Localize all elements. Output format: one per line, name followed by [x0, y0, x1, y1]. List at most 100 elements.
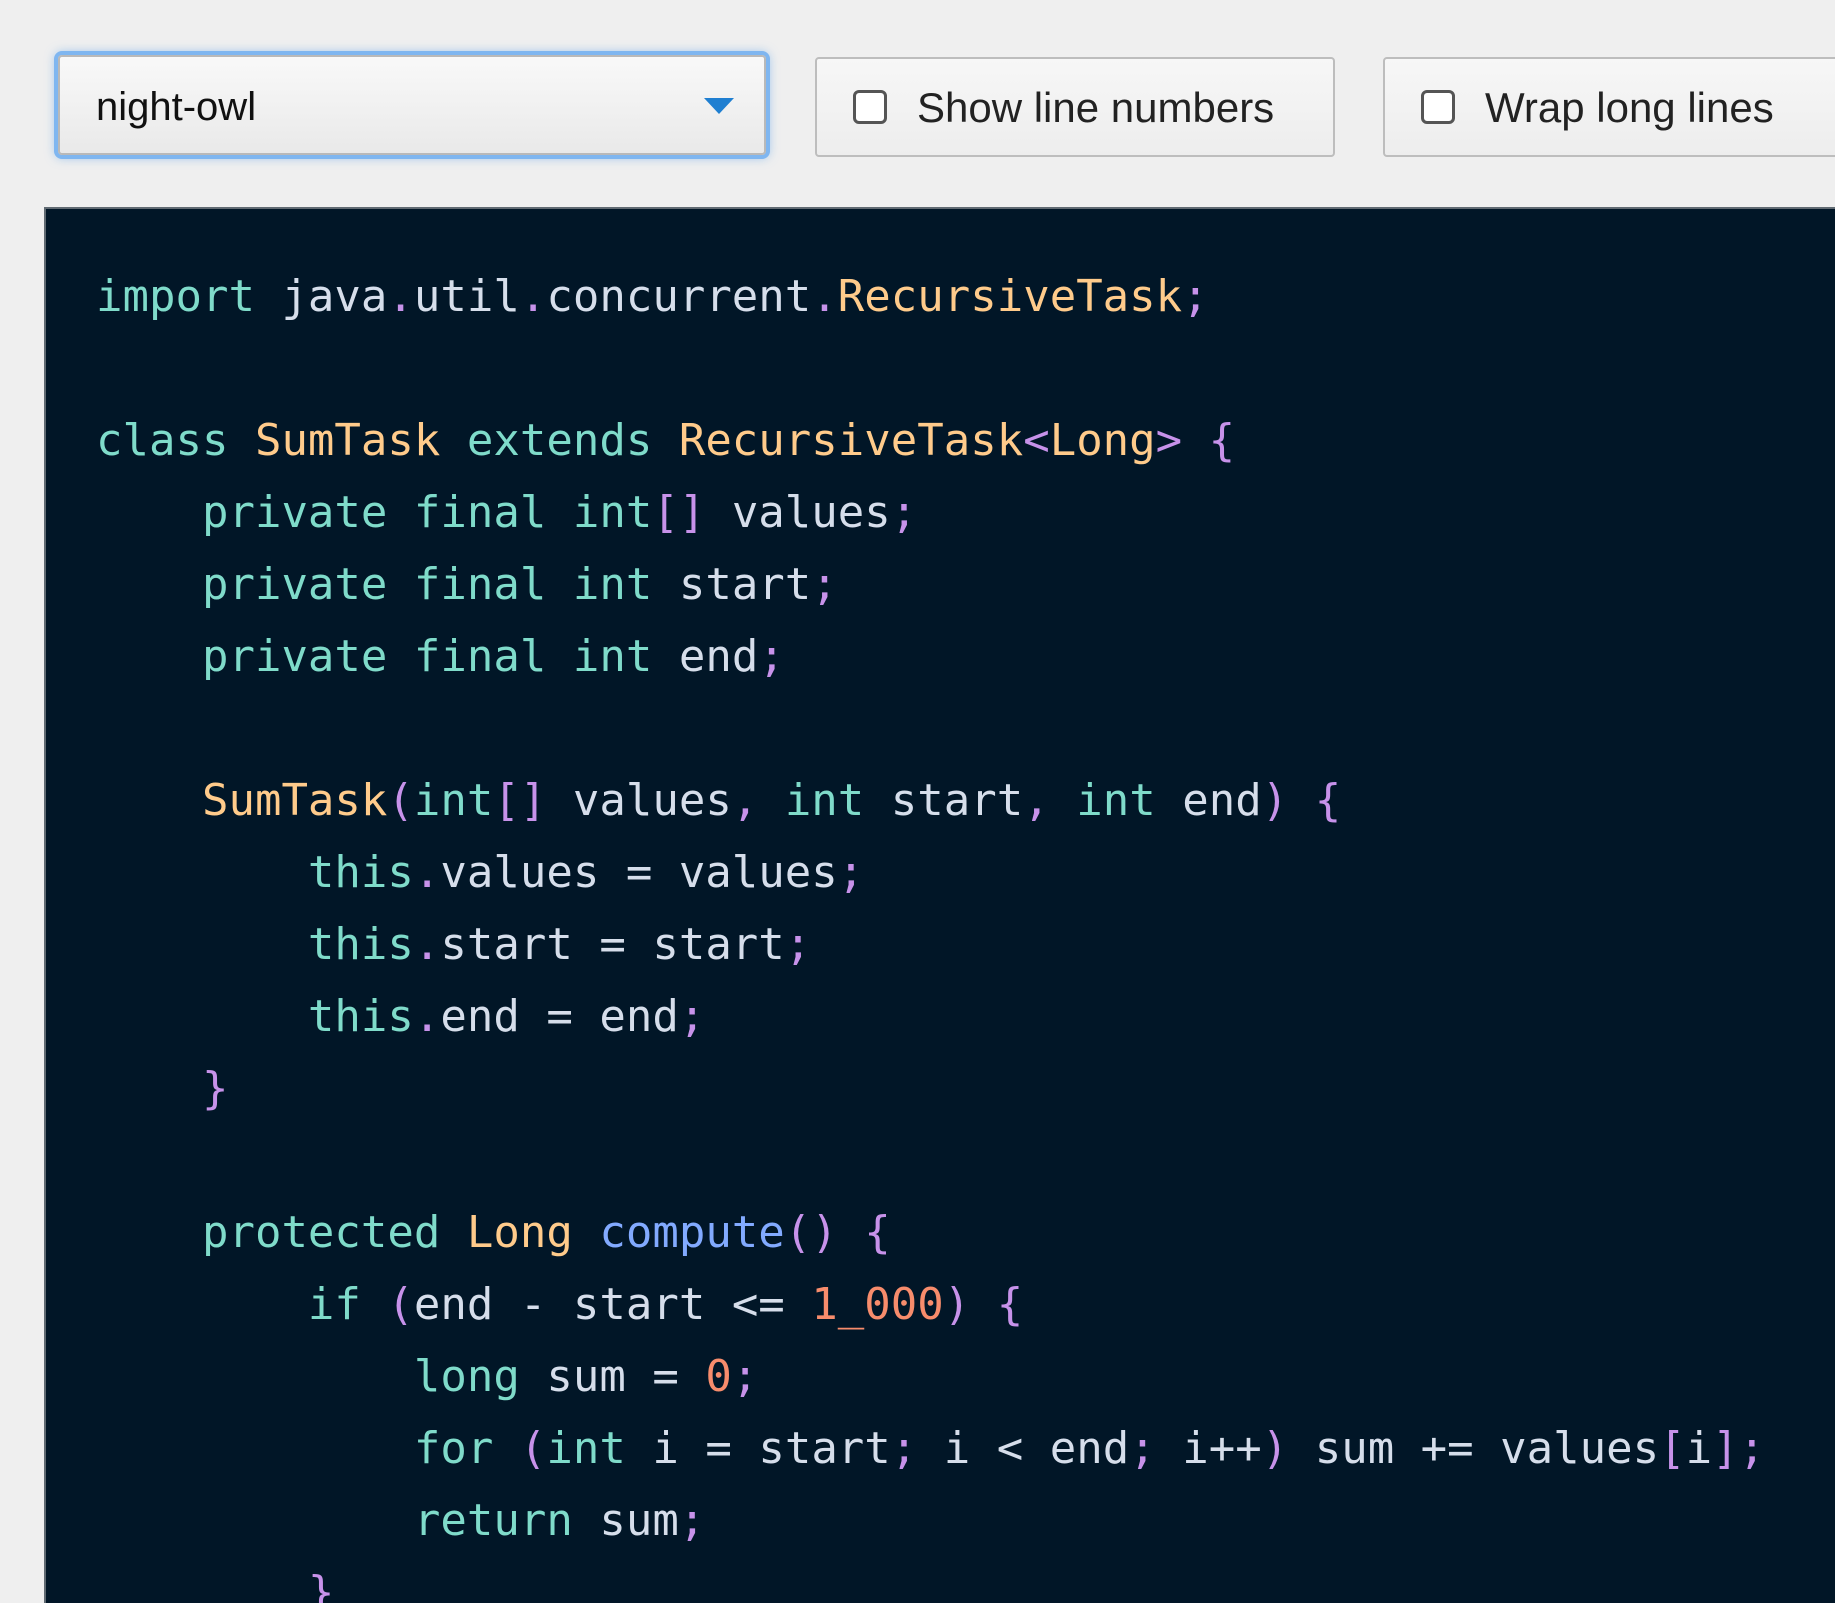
code-token: SumTask	[254, 415, 441, 466]
code-line: this.end = end;	[96, 981, 1765, 1053]
chevron-down-icon[interactable]	[704, 98, 734, 114]
code-token: import	[96, 271, 255, 322]
code-token: final	[413, 559, 547, 610]
code-token: i	[917, 1423, 997, 1474]
code-token: }	[201, 1063, 229, 1114]
code-token: .	[811, 271, 838, 322]
code-token: this	[307, 991, 414, 1042]
toolbar: night-owl Show line numbers Wrap long li…	[0, 0, 1835, 200]
code-line: return sum;	[96, 1485, 1765, 1557]
code-token: =	[599, 919, 626, 970]
code-token: if	[307, 1279, 361, 1330]
show-line-numbers-checkbox[interactable]	[853, 90, 887, 124]
code-token: ;	[731, 1351, 759, 1402]
code-token: int	[572, 559, 653, 610]
code-token: ,	[1023, 775, 1050, 826]
code-token: int	[413, 775, 494, 826]
code-token: i	[625, 1423, 706, 1474]
code-token: private	[201, 631, 388, 682]
code-token: java	[254, 271, 388, 322]
code-token: private	[201, 559, 388, 610]
code-token: []	[493, 775, 547, 826]
code-line: this.start = start;	[96, 909, 1765, 981]
show-line-numbers-toggle[interactable]: Show line numbers	[815, 57, 1335, 157]
code-token: .	[387, 271, 414, 322]
code-token: (	[387, 1279, 414, 1330]
code-token: values	[440, 847, 626, 898]
code-token: 0	[705, 1351, 732, 1402]
code-token: ;	[1182, 271, 1209, 322]
code-token: i	[1155, 1423, 1209, 1474]
theme-select[interactable]: night-owl	[58, 55, 766, 155]
code-token: end	[572, 991, 679, 1042]
code-token: ,	[731, 775, 759, 826]
code-token: ;	[837, 847, 865, 898]
code-token: ;	[1129, 1423, 1156, 1474]
code-token: {	[1208, 415, 1236, 466]
code-token: <	[996, 1423, 1024, 1474]
code-token: start	[546, 1279, 732, 1330]
code-token: end	[652, 631, 759, 682]
code-token: private	[201, 487, 388, 538]
code-token: end	[1023, 1423, 1130, 1474]
code-token: )	[1261, 1423, 1289, 1474]
code-token: i	[1685, 1423, 1713, 1474]
code-token: Long	[466, 1207, 573, 1258]
code-line: SumTask(int[] values, int start, int end…	[96, 765, 1765, 837]
code-token: ;	[678, 1495, 706, 1546]
code-token: ;	[890, 1423, 918, 1474]
code-token: sum	[519, 1351, 653, 1402]
code-token: end	[440, 991, 547, 1042]
code-token: ;	[890, 487, 918, 538]
theme-select-value: night-owl	[96, 85, 257, 129]
code-token: values	[652, 847, 838, 898]
code-token: int	[572, 487, 653, 538]
code-token: ;	[811, 559, 838, 610]
code-token: start	[652, 559, 812, 610]
code-token: .	[519, 271, 547, 322]
code-token: >	[1155, 415, 1183, 466]
wrap-long-lines-checkbox[interactable]	[1421, 90, 1455, 124]
code-token: for	[413, 1423, 494, 1474]
code-token: util	[413, 271, 520, 322]
code-token: long	[413, 1351, 520, 1402]
wrap-long-lines-toggle[interactable]: Wrap long lines	[1383, 57, 1835, 157]
code-token: start	[731, 1423, 891, 1474]
code-token: int	[572, 631, 653, 682]
show-line-numbers-label: Show line numbers	[917, 84, 1275, 131]
code-token: sum	[572, 1495, 679, 1546]
code-token: )	[943, 1279, 971, 1330]
code-line: protected Long compute() {	[96, 1197, 1765, 1269]
code-token: return	[413, 1495, 573, 1546]
code-line: long sum = 0;	[96, 1341, 1765, 1413]
code-preview-panel[interactable]: import java.util.concurrent.RecursiveTas…	[44, 207, 1835, 1603]
code-token: .	[413, 847, 441, 898]
code-token: =	[625, 847, 653, 898]
code-token: (	[387, 775, 414, 826]
code-line: private final int[] values;	[96, 477, 1765, 549]
code-token: +=	[1420, 1423, 1474, 1474]
code-line: for (int i = start; i < end; i++) sum +=…	[96, 1413, 1765, 1485]
